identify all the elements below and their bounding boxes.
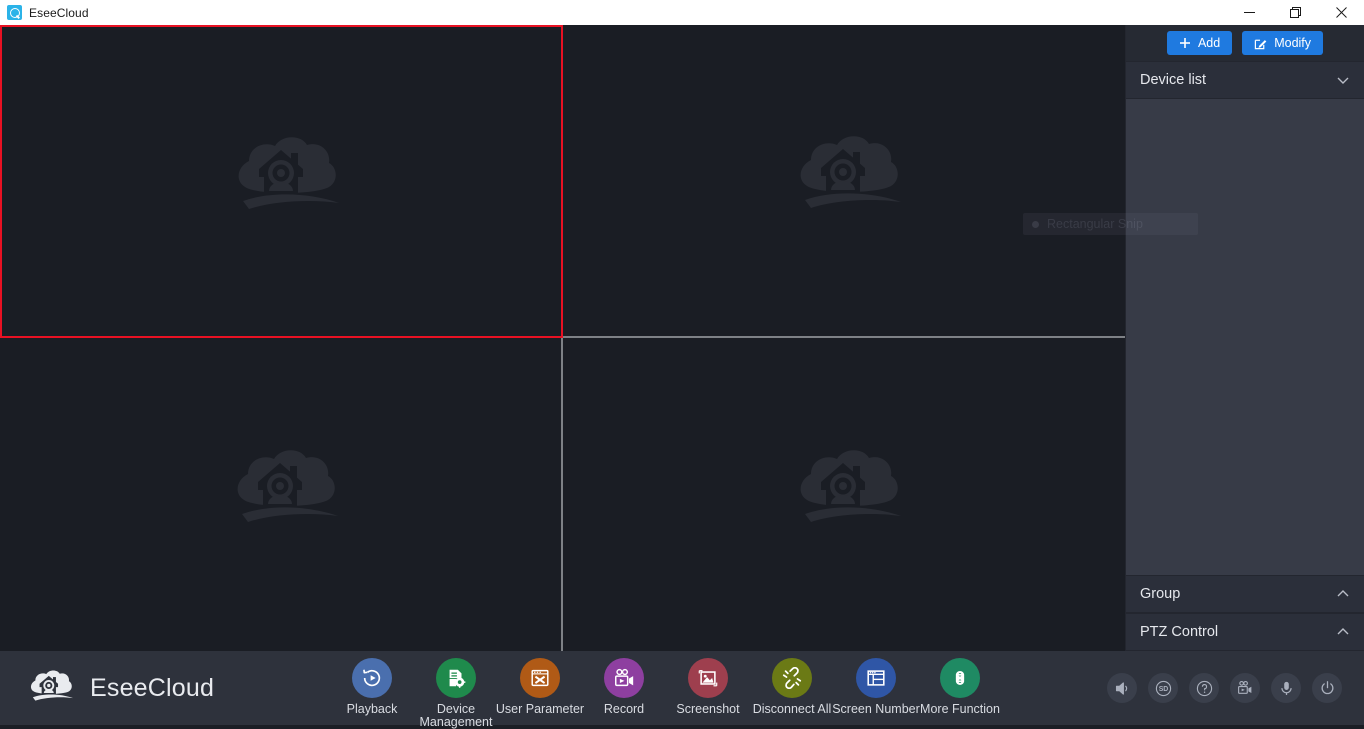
tool-user-parameter-label: User Parameter xyxy=(493,703,587,716)
power-icon[interactable] xyxy=(1312,673,1342,703)
video-cell-1[interactable] xyxy=(0,25,563,338)
video-cell-2[interactable] xyxy=(563,25,1126,338)
cloud-house-camera-logo xyxy=(22,667,76,709)
section-device-list-label: Device list xyxy=(1140,72,1336,88)
side-panel-actions: Add Modify xyxy=(1126,25,1364,61)
restore-icon[interactable] xyxy=(1272,0,1318,25)
video-grid: Rectangular Snip xyxy=(0,25,1125,651)
main-area: Rectangular Snip Add Modify xyxy=(0,25,1364,651)
window-title: EseeCloud xyxy=(29,6,89,20)
chevron-up-icon xyxy=(1336,625,1350,639)
section-group[interactable]: Group xyxy=(1126,575,1364,613)
tool-record[interactable]: Record xyxy=(582,651,666,725)
section-ptz-control-label: PTZ Control xyxy=(1140,624,1336,640)
device-side-panel: Add Modify Device list Group xyxy=(1125,25,1364,651)
video-cell-4[interactable] xyxy=(563,338,1126,651)
side-panel-bottom-sections: Group PTZ Control xyxy=(1126,575,1364,651)
minimize-icon[interactable] xyxy=(1226,0,1272,25)
tool-screenshot[interactable]: Screenshot xyxy=(666,651,750,725)
brand: EseeCloud xyxy=(0,667,330,709)
video-cell-3[interactable] xyxy=(0,338,563,651)
chevron-up-icon xyxy=(1336,587,1350,601)
tool-playback-label: Playback xyxy=(325,703,419,716)
disconnect-icon xyxy=(772,658,812,698)
cloud-house-camera-watermark xyxy=(781,442,906,547)
tool-buttons: Playback De xyxy=(330,651,1002,725)
tool-disconnect-all[interactable]: Disconnect All xyxy=(750,651,834,725)
modify-button[interactable]: Modify xyxy=(1242,31,1323,55)
tool-device-management[interactable]: Device Management xyxy=(414,651,498,725)
section-ptz-control[interactable]: PTZ Control xyxy=(1126,613,1364,651)
device-settings-icon xyxy=(436,658,476,698)
section-device-list[interactable]: Device list xyxy=(1126,61,1364,99)
tool-disconnect-all-label: Disconnect All xyxy=(745,703,839,716)
screen-layout-icon xyxy=(856,658,896,698)
modify-button-label: Modify xyxy=(1274,36,1311,50)
tool-screen-number[interactable]: Screen Number xyxy=(834,651,918,725)
svg-text:SD: SD xyxy=(1158,686,1168,693)
volume-icon[interactable] xyxy=(1107,673,1137,703)
tool-more-function[interactable]: More Function xyxy=(918,651,1002,725)
tool-screenshot-label: Screenshot xyxy=(661,703,755,716)
tool-more-function-label: More Function xyxy=(913,703,1007,716)
title-bar: EseeCloud xyxy=(0,0,1364,25)
add-button-label: Add xyxy=(1198,36,1220,50)
device-list-body xyxy=(1126,99,1364,575)
user-parameter-icon xyxy=(520,658,560,698)
tool-device-management-label: Device Management xyxy=(409,703,503,729)
cloud-house-camera-watermark xyxy=(218,442,343,547)
cloud-house-camera-watermark xyxy=(219,129,344,234)
image-capture-icon xyxy=(688,658,728,698)
help-icon[interactable] xyxy=(1189,673,1219,703)
tool-user-parameter[interactable]: User Parameter xyxy=(498,651,582,725)
cloud-camera-icon xyxy=(7,5,22,20)
tool-screen-number-label: Screen Number xyxy=(829,703,923,716)
brand-name: EseeCloud xyxy=(90,674,214,703)
camera-icon[interactable] xyxy=(1230,673,1260,703)
sd-quality-icon[interactable]: SD xyxy=(1148,673,1178,703)
tool-playback[interactable]: Playback xyxy=(330,651,414,725)
system-icons: SD xyxy=(1107,673,1364,703)
microphone-icon[interactable] xyxy=(1271,673,1301,703)
tool-record-label: Record xyxy=(577,703,671,716)
cloud-house-camera-watermark xyxy=(781,128,906,233)
section-group-label: Group xyxy=(1140,586,1336,602)
chevron-down-icon xyxy=(1336,73,1350,87)
plus-icon xyxy=(1179,37,1191,49)
video-record-icon xyxy=(604,658,644,698)
window-controls xyxy=(1226,0,1364,25)
title-bar-left: EseeCloud xyxy=(0,5,89,20)
pencil-square-icon xyxy=(1254,37,1267,50)
add-button[interactable]: Add xyxy=(1167,31,1232,55)
bottom-toolbar: EseeCloud Playback xyxy=(0,651,1364,725)
playback-rewind-icon xyxy=(352,658,392,698)
command-more-icon xyxy=(940,658,980,698)
close-icon[interactable] xyxy=(1318,0,1364,25)
